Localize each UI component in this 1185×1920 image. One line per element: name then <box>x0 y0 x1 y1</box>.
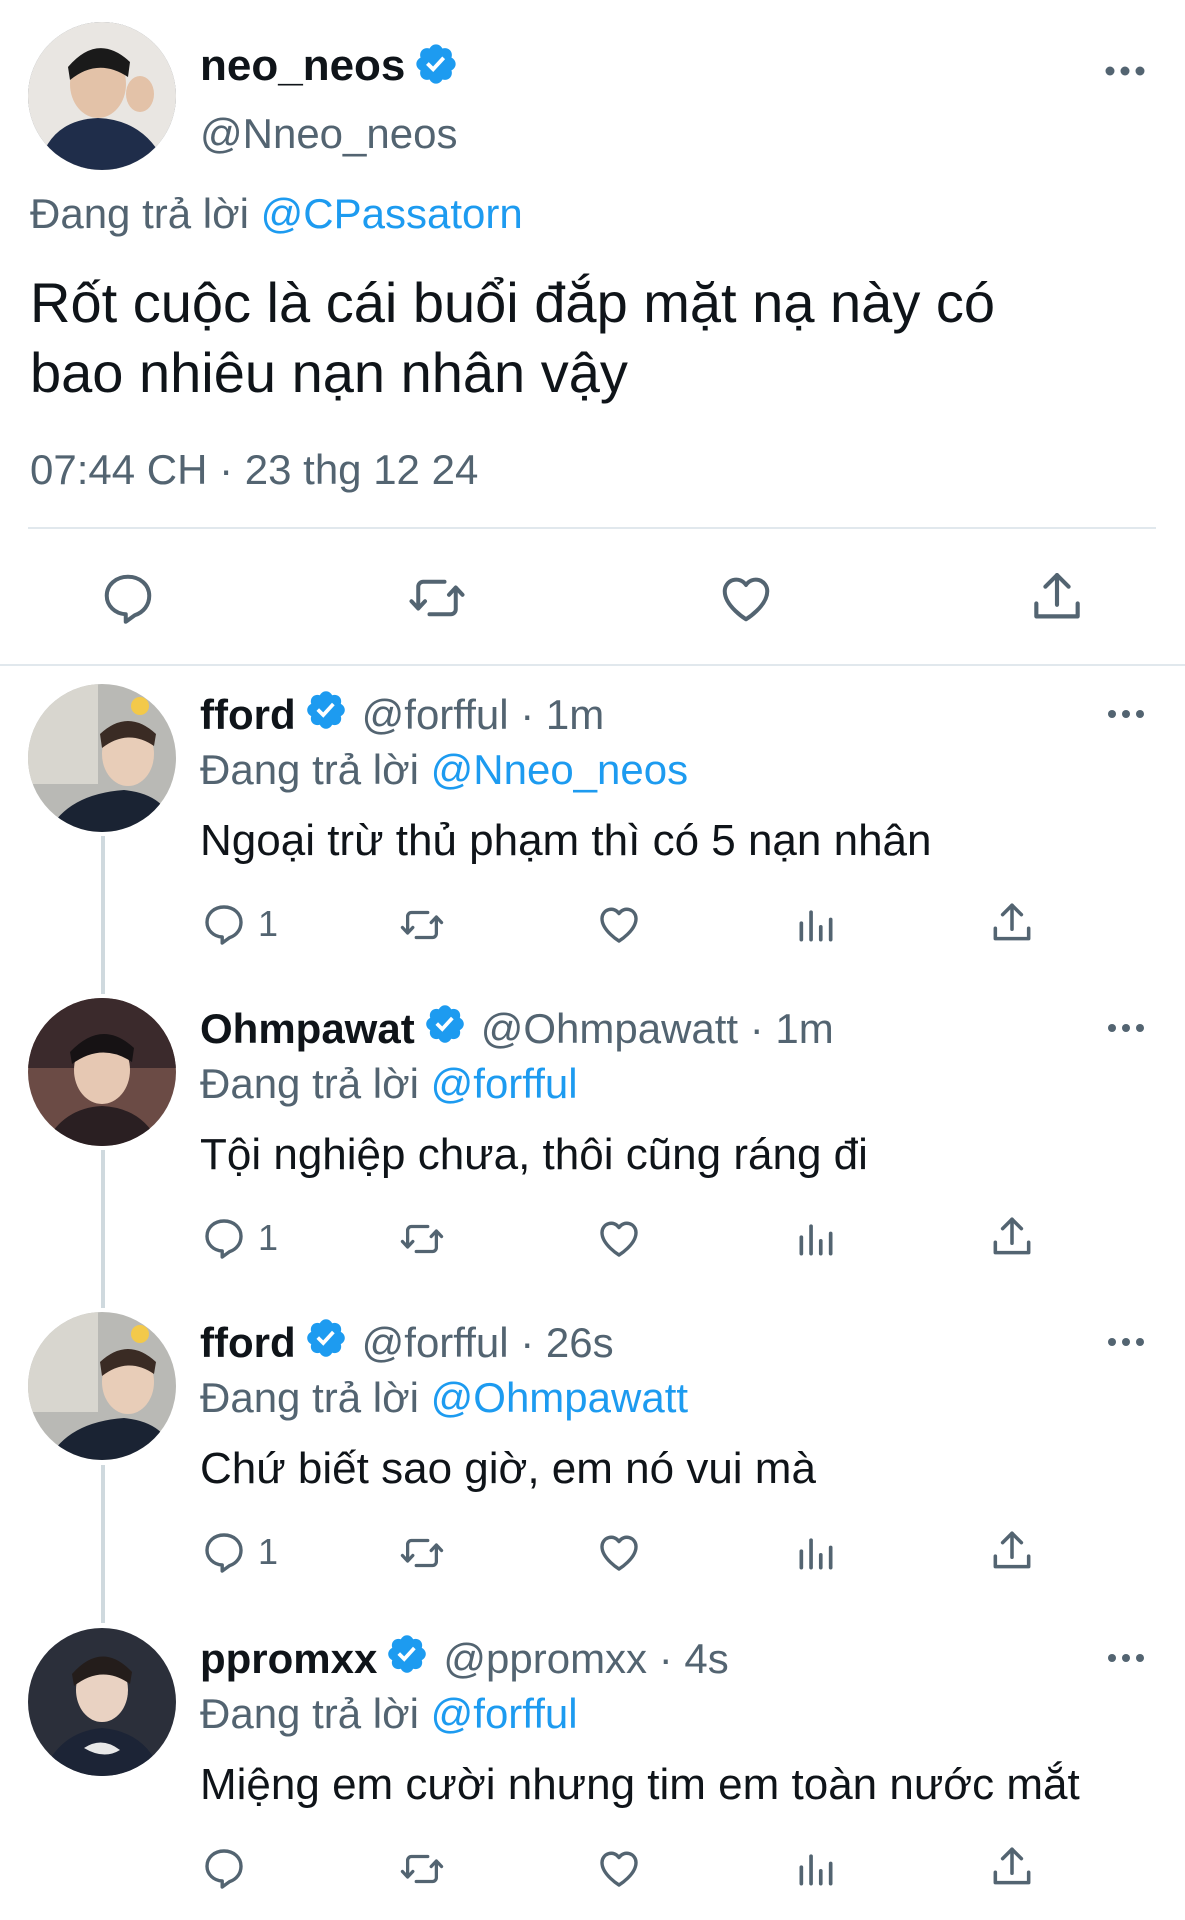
display-name[interactable]: fford <box>200 1319 296 1367</box>
verified-badge-icon <box>423 1002 467 1056</box>
reply-button[interactable] <box>200 1844 258 1892</box>
replying-to-link[interactable]: @Nneo_neos <box>431 746 688 793</box>
replying-to: Đang trả lời @forfful <box>200 1690 578 1738</box>
replying-prefix: Đang trả lời <box>200 746 419 793</box>
verified-badge-icon <box>304 688 348 742</box>
thread-line <box>101 836 105 994</box>
share-icon[interactable] <box>987 898 1037 948</box>
share-icon[interactable] <box>1026 566 1088 628</box>
replying-to: Đang trả lời @Nneo_neos <box>200 746 688 794</box>
avatar[interactable] <box>28 998 176 1146</box>
like-icon[interactable] <box>595 1844 643 1892</box>
replying-to: Đang trả lời @forfful <box>200 1060 578 1108</box>
avatar[interactable] <box>28 22 176 170</box>
reply-button[interactable]: 1 <box>200 900 278 948</box>
divider <box>28 527 1156 529</box>
more-options-icon[interactable] <box>1107 1020 1145 1036</box>
handle-and-time[interactable]: @forfful · 26s <box>362 1319 614 1367</box>
display-name[interactable]: neo_neos <box>200 41 405 91</box>
reply-count: 1 <box>258 1217 279 1258</box>
share-icon[interactable] <box>987 1526 1037 1576</box>
replying-prefix: Đang trả lời <box>30 190 249 237</box>
tweet-text: Rốt cuộc là cái buổi đắp mặt nạ này có b… <box>30 268 995 408</box>
divider <box>0 664 1185 666</box>
handle-and-time[interactable]: @forfful · 1m <box>362 691 605 739</box>
thread-line <box>101 1150 105 1308</box>
handle-and-time[interactable]: @Ohmpawatt · 1m <box>481 1005 834 1053</box>
reply-icon <box>200 1844 248 1892</box>
replying-to-link[interactable]: @forfful <box>431 1690 578 1737</box>
replying-to-link[interactable]: @CPassatorn <box>261 190 523 237</box>
retweet-icon[interactable] <box>396 1530 448 1576</box>
replying-to: Đang trả lời @CPassatorn <box>30 190 523 238</box>
avatar[interactable] <box>28 1312 176 1460</box>
display-name[interactable]: ppromxx <box>200 1635 377 1683</box>
retweet-icon[interactable] <box>396 1846 448 1892</box>
reply-button[interactable]: 1 <box>200 1528 278 1576</box>
retweet-icon[interactable] <box>396 1216 448 1262</box>
tweet-text-line: bao nhiêu nạn nhân vậy <box>30 341 628 404</box>
views-icon[interactable] <box>794 1846 838 1892</box>
retweet-icon[interactable] <box>405 568 469 628</box>
more-options-icon[interactable] <box>1107 1334 1145 1350</box>
views-icon[interactable] <box>794 1216 838 1262</box>
handle-and-time[interactable]: @ppromxx · 4s <box>443 1635 728 1683</box>
verified-badge-icon <box>304 1316 348 1370</box>
like-icon[interactable] <box>595 1214 643 1262</box>
display-name[interactable]: fford <box>200 691 296 739</box>
thread-line <box>101 1465 105 1623</box>
avatar[interactable] <box>28 684 176 832</box>
like-icon[interactable] <box>716 568 776 628</box>
reply-icon <box>200 900 248 948</box>
replying-prefix: Đang trả lời <box>200 1374 419 1421</box>
retweet-icon[interactable] <box>396 902 448 948</box>
views-icon[interactable] <box>794 1530 838 1576</box>
tweet-text-line: Rốt cuộc là cái buổi đắp mặt nạ này có <box>30 271 996 334</box>
replying-to: Đang trả lời @Ohmpawatt <box>200 1374 688 1422</box>
replying-prefix: Đang trả lời <box>200 1690 419 1737</box>
more-options-icon[interactable] <box>1105 62 1145 80</box>
share-icon[interactable] <box>987 1842 1037 1892</box>
timestamp[interactable]: 07:44 CH · 23 thg 12 24 <box>30 446 478 494</box>
verified-badge-icon <box>385 1632 429 1686</box>
avatar[interactable] <box>28 1628 176 1776</box>
display-name[interactable]: Ohmpawat <box>200 1005 415 1053</box>
reply-count: 1 <box>258 903 279 944</box>
like-icon[interactable] <box>595 1528 643 1576</box>
replying-prefix: Đang trả lời <box>200 1060 419 1107</box>
tweet-text: Miệng em cười nhưng tim em toàn nước mắt <box>200 1760 1080 1809</box>
views-icon[interactable] <box>794 902 838 948</box>
tweet-text: Chứ biết sao giờ, em nó vui mà <box>200 1444 816 1493</box>
reply-count: 1 <box>258 1531 279 1572</box>
verified-badge-icon <box>413 41 459 92</box>
reply-button[interactable]: 1 <box>200 1214 278 1262</box>
more-options-icon[interactable] <box>1107 1650 1145 1666</box>
reply-icon <box>200 1214 248 1262</box>
handle[interactable]: @Nneo_neos <box>200 110 457 158</box>
like-icon[interactable] <box>595 900 643 948</box>
replying-to-link[interactable]: @forfful <box>431 1060 578 1107</box>
reply-icon[interactable] <box>98 568 158 628</box>
tweet-text: Ngoại trừ thủ phạm thì có 5 nạn nhân <box>200 816 932 865</box>
more-options-icon[interactable] <box>1107 706 1145 722</box>
tweet-text: Tội nghiệp chưa, thôi cũng ráng đi <box>200 1130 868 1179</box>
reply-icon <box>200 1528 248 1576</box>
share-icon[interactable] <box>987 1212 1037 1262</box>
replying-to-link[interactable]: @Ohmpawatt <box>431 1374 688 1421</box>
